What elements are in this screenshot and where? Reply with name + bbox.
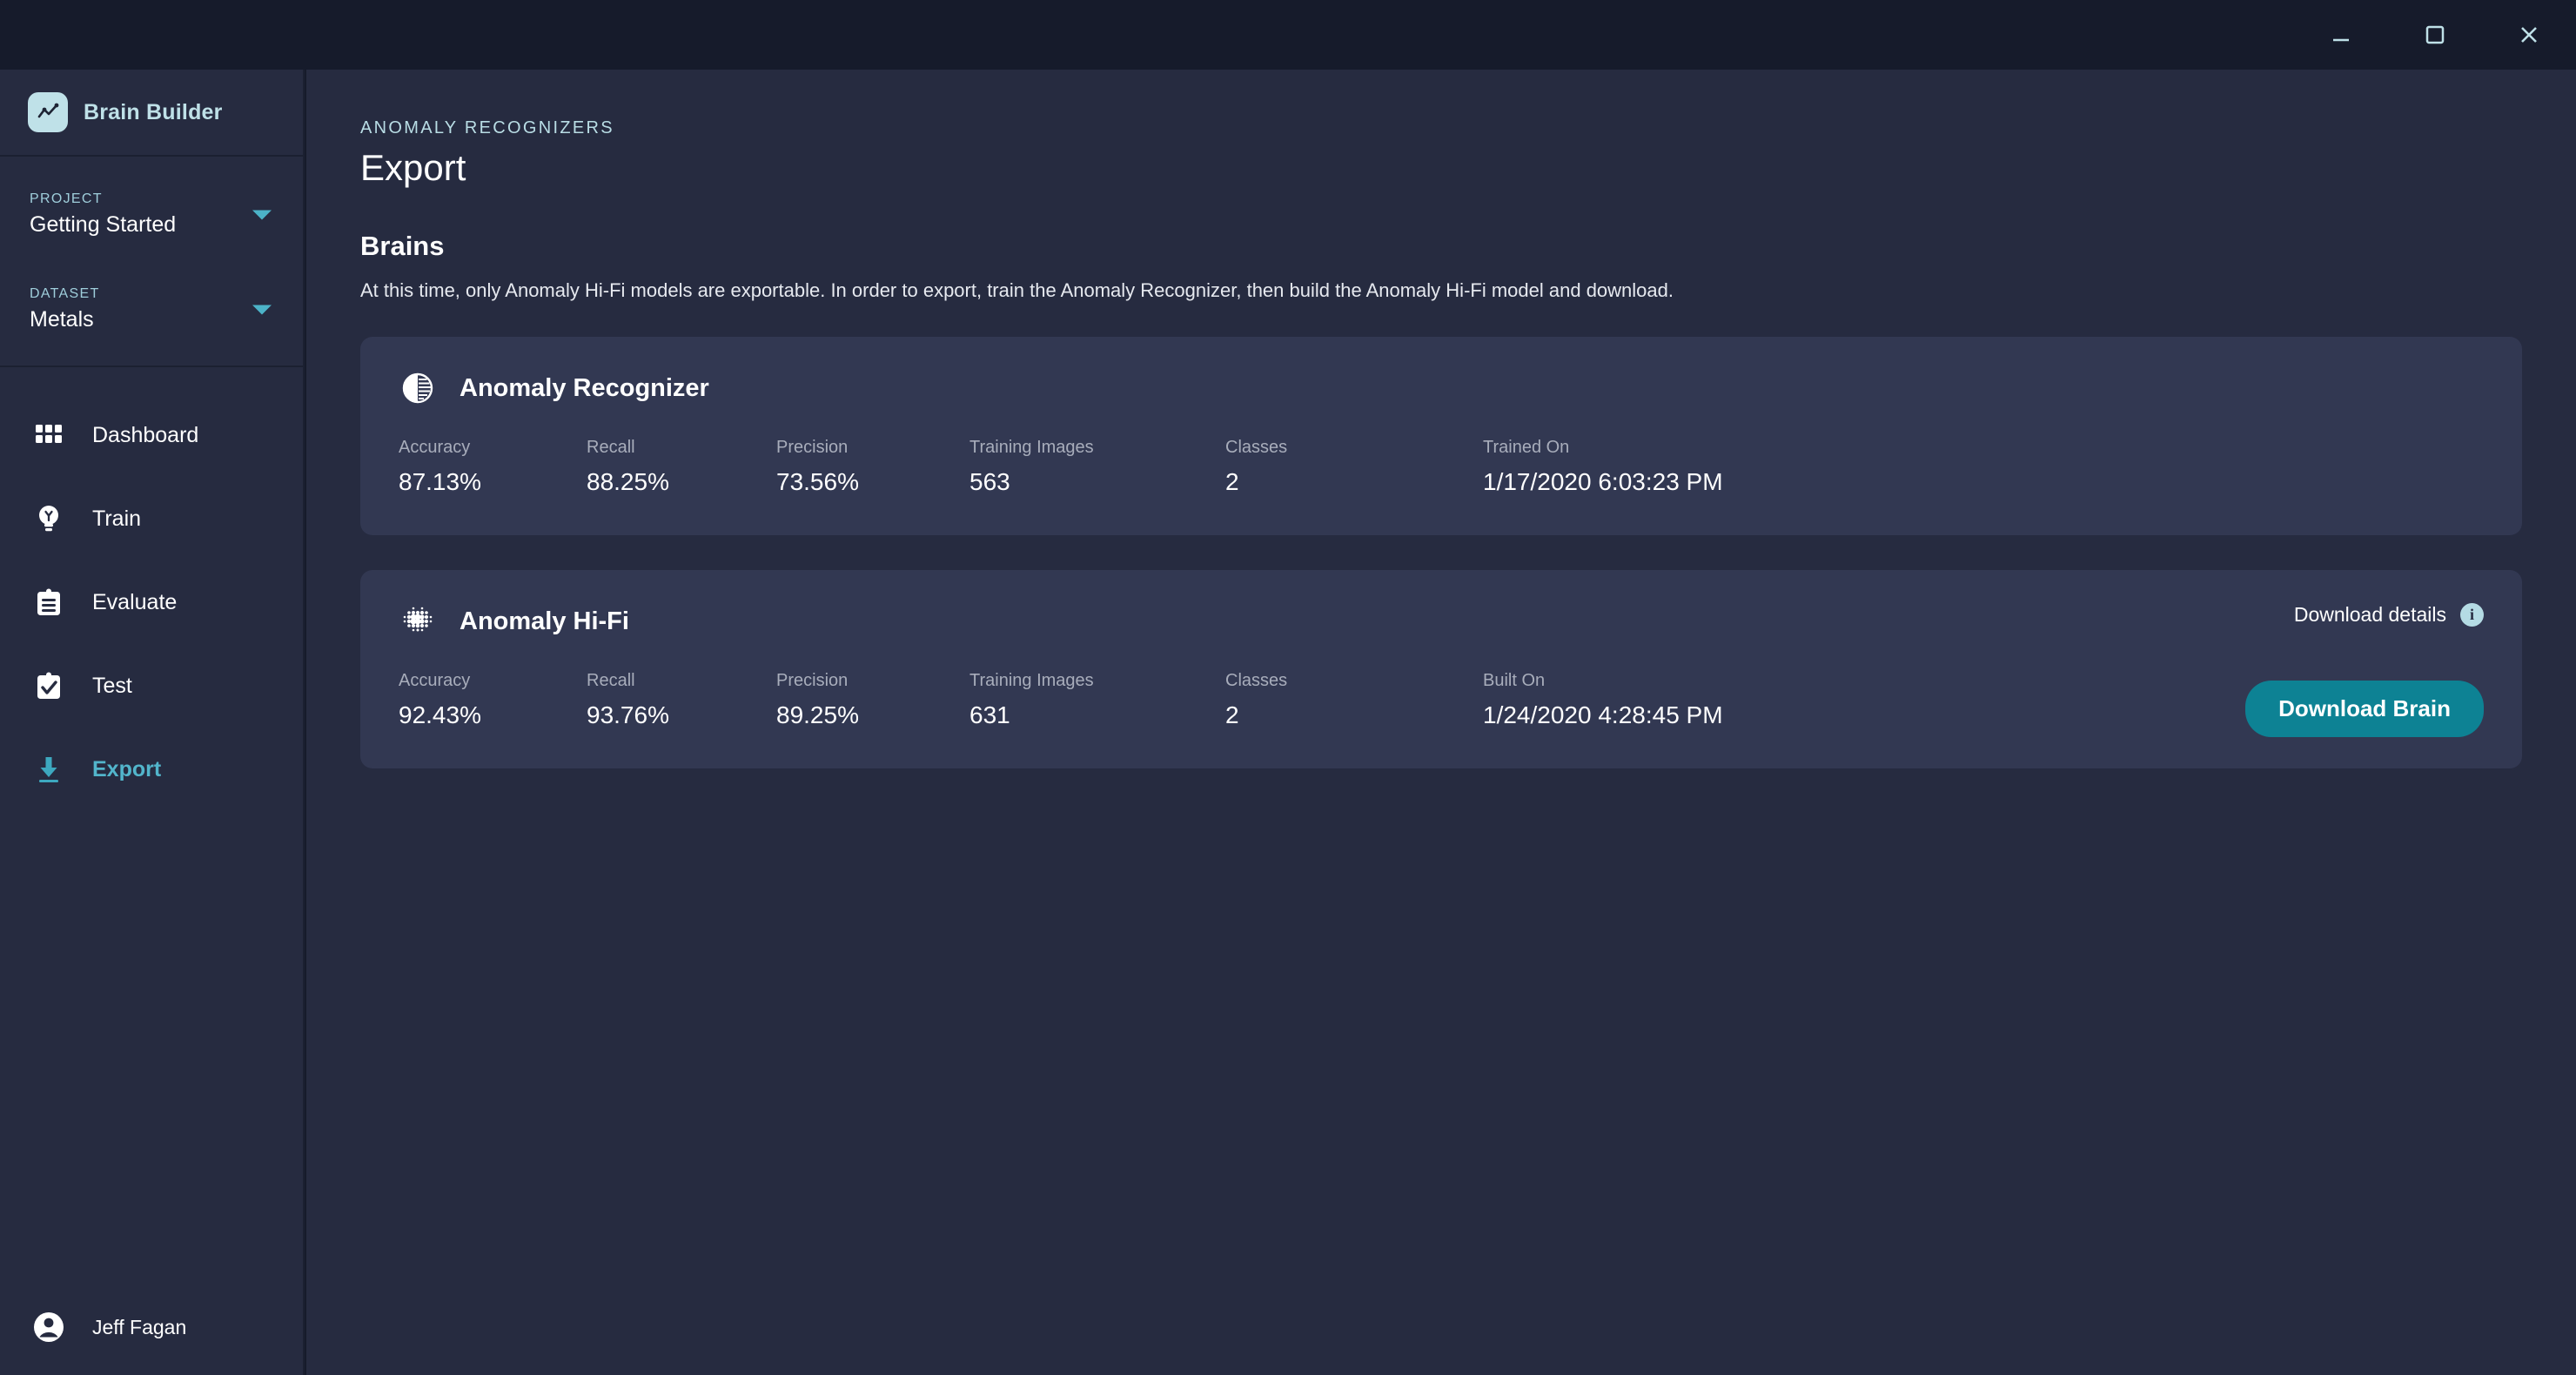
avatar (30, 1308, 68, 1346)
metric-value: 631 (969, 701, 1010, 728)
metric-label: Classes (1225, 671, 1288, 690)
metric-label: Accuracy (399, 671, 471, 690)
project-selector-label: PROJECT (30, 191, 103, 206)
sidebar: Brain Builder PROJECT Getting Started DA… (0, 70, 305, 1375)
card-title: Anomaly Hi-Fi (460, 607, 629, 635)
sidebar-item-label: Evaluate (92, 589, 178, 614)
sidebar-item-label: Test (92, 673, 132, 698)
metric-label: Classes (1225, 438, 1288, 457)
chevron-down-icon[interactable] (252, 210, 272, 219)
close-icon (2516, 22, 2542, 48)
clipboard-check-icon (30, 667, 68, 705)
grid-icon (30, 416, 68, 454)
download-details-label: Download details (2293, 603, 2446, 626)
metric-precision: Precision 89.25% (776, 671, 859, 729)
brain-card-anomaly-recognizer: Anomaly Recognizer Accuracy 87.13% Recal… (360, 337, 2522, 535)
metric-label: Trained On (1483, 438, 1570, 457)
metric-value: 563 (969, 468, 1010, 495)
maximize-icon (2422, 22, 2448, 48)
metric-value: 1/24/2020 4:28:45 PM (1483, 701, 1723, 728)
download-details-link[interactable]: Download details i (2294, 603, 2484, 627)
sidebar-item-export[interactable]: Export (0, 728, 303, 811)
metric-recall: Recall 88.25% (587, 438, 669, 496)
metric-label: Training Images (969, 671, 1094, 690)
brand[interactable]: Brain Builder (0, 70, 303, 157)
download-icon (30, 750, 68, 788)
metric-training-images: Training Images 563 (969, 438, 1094, 496)
section-title: Brains (360, 231, 445, 261)
sidebar-nav: Dashboard Train Evaluate Test Export (0, 367, 303, 1279)
minimize-button[interactable] (2294, 0, 2388, 70)
metric-value: 2 (1225, 468, 1239, 495)
metric-label: Precision (776, 438, 849, 457)
metric-label: Built On (1483, 671, 1546, 690)
brain-builder-logo-icon (28, 92, 68, 132)
metric-training-images: Training Images 631 (969, 671, 1094, 729)
dataset-selector-value: Metals (30, 307, 94, 332)
project-selector-value: Getting Started (30, 212, 177, 237)
metric-label: Recall (587, 671, 635, 690)
card-header: Anomaly Hi-Fi (399, 601, 2484, 641)
dot-matrix-icon (399, 602, 437, 641)
metric-precision: Precision 73.56% (776, 438, 859, 496)
card-title: Anomaly Recognizer (460, 373, 709, 402)
user-name: Jeff Fagan (92, 1315, 187, 1338)
metric-label: Accuracy (399, 438, 471, 457)
metric-value: 92.43% (399, 701, 481, 728)
main-content: ANOMALY RECOGNIZERS Export Brains At thi… (306, 70, 2576, 1375)
close-button[interactable] (2482, 0, 2576, 70)
sidebar-item-label: Dashboard (92, 422, 199, 447)
metric-value: 2 (1225, 701, 1239, 728)
metric-label: Precision (776, 671, 849, 690)
metric-recall: Recall 93.76% (587, 671, 669, 729)
metric-label: Recall (587, 438, 635, 457)
card-metrics: Accuracy 92.43% Recall 93.76% Precision … (399, 671, 2484, 749)
brand-name: Brain Builder (84, 99, 223, 124)
sidebar-item-test[interactable]: Test (0, 644, 303, 728)
metric-accuracy: Accuracy 92.43% (399, 671, 481, 729)
metric-classes: Classes 2 (1225, 671, 1287, 729)
brain-card-anomaly-hifi: Anomaly Hi-Fi Download details i Accurac… (360, 570, 2522, 768)
user-profile[interactable]: Jeff Fagan (0, 1279, 303, 1375)
metric-value: 1/17/2020 6:03:23 PM (1483, 468, 1723, 495)
sidebar-item-label: Train (92, 506, 142, 531)
card-header: Anomaly Recognizer (399, 368, 2484, 408)
sidebar-item-evaluate[interactable]: Evaluate (0, 560, 303, 644)
metric-value: 88.25% (587, 468, 669, 495)
download-brain-button[interactable]: Download Brain (2245, 681, 2484, 737)
metric-value: 89.25% (776, 701, 859, 728)
metric-value: 93.76% (587, 701, 669, 728)
contrast-circle-icon (399, 369, 437, 407)
window-titlebar (0, 0, 2576, 70)
maximize-button[interactable] (2388, 0, 2482, 70)
metric-value: 73.56% (776, 468, 859, 495)
breadcrumb: ANOMALY RECOGNIZERS (360, 118, 614, 138)
dataset-selector-label: DATASET (30, 286, 100, 301)
metric-classes: Classes 2 (1225, 438, 1287, 496)
card-metrics: Accuracy 87.13% Recall 88.25% Precision … (399, 438, 2484, 516)
metric-label: Training Images (969, 438, 1094, 457)
minimize-icon (2329, 23, 2353, 47)
sidebar-item-train[interactable]: Train (0, 477, 303, 560)
project-selector[interactable]: PROJECT Getting Started (0, 181, 303, 248)
page-title: Export (360, 147, 466, 188)
selector-group: PROJECT Getting Started DATASET Metals (0, 157, 303, 367)
info-icon[interactable]: i (2460, 603, 2484, 627)
lightbulb-icon (30, 500, 68, 538)
metric-trained-on: Trained On 1/17/2020 6:03:23 PM (1483, 438, 1723, 496)
sidebar-item-dashboard[interactable]: Dashboard (0, 393, 303, 477)
sidebar-item-label: Export (92, 756, 162, 781)
metric-accuracy: Accuracy 87.13% (399, 438, 481, 496)
app-window: Brain Builder PROJECT Getting Started DA… (0, 0, 2576, 1375)
clipboard-icon (30, 583, 68, 621)
section-description: At this time, only Anomaly Hi-Fi models … (360, 279, 1674, 301)
metric-value: 87.13% (399, 468, 481, 495)
dataset-selector[interactable]: DATASET Metals (0, 276, 303, 343)
chevron-down-icon[interactable] (252, 305, 272, 314)
metric-built-on: Built On 1/24/2020 4:28:45 PM (1483, 671, 1723, 729)
